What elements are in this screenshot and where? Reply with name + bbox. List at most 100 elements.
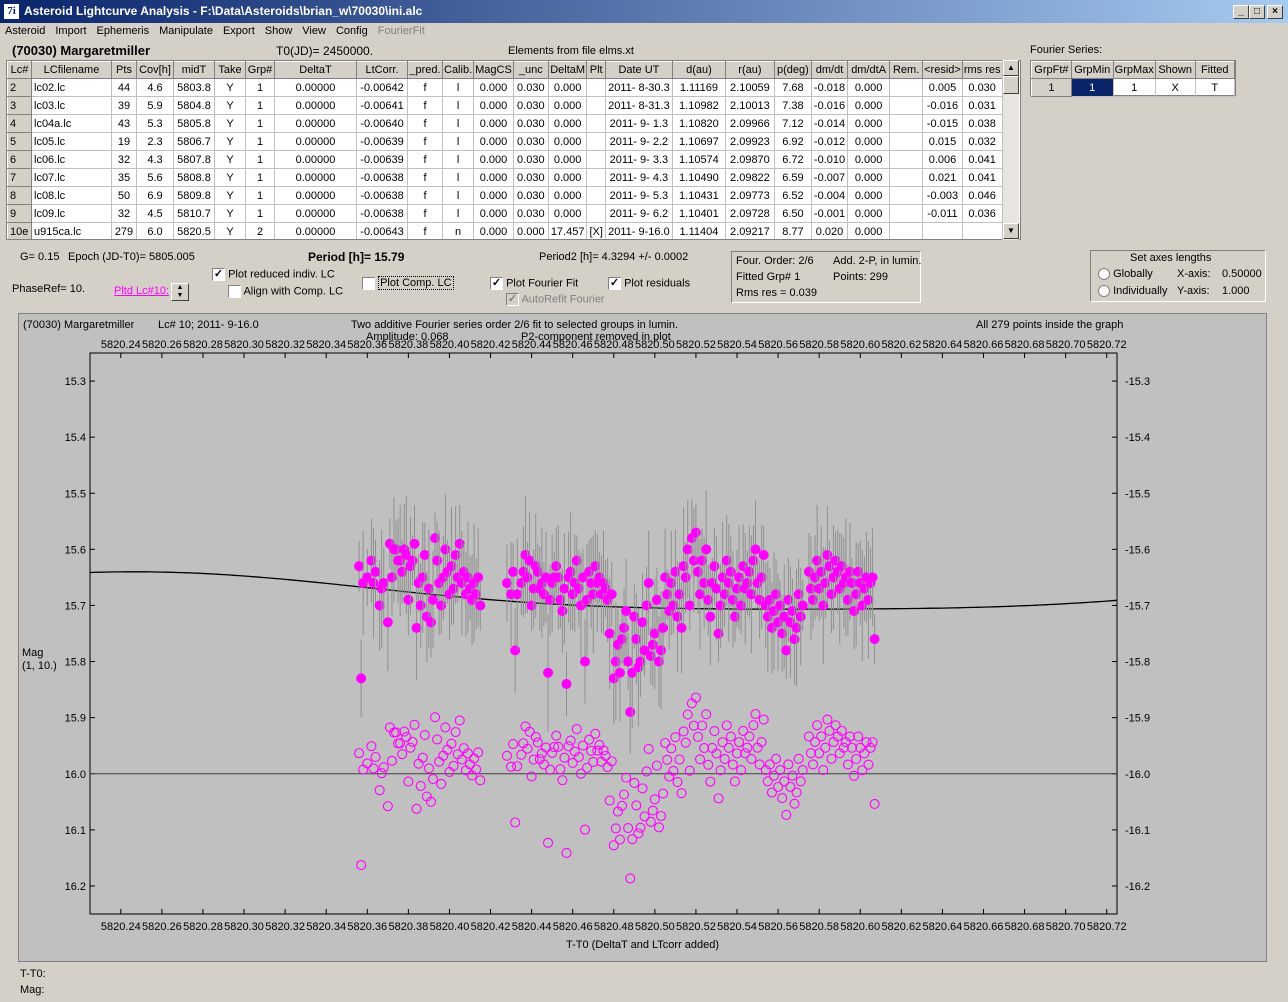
- table-cell[interactable]: 2011- 9- 1.3: [605, 114, 673, 133]
- table-cell[interactable]: lc06.lc: [31, 150, 112, 169]
- table-cell[interactable]: 5808.8: [173, 168, 215, 187]
- table-cell[interactable]: 2011- 9- 3.3: [605, 150, 673, 169]
- table-cell[interactable]: 0.00000: [274, 204, 357, 223]
- fourier-table-row[interactable]: 111XT: [1031, 78, 1236, 97]
- table-cell[interactable]: 1: [245, 204, 275, 223]
- table-row[interactable]: 7 lc07.lc 35 5.6 5808.8 Y 1 0.00000 -0.00638 f l 0.…: [7, 168, 1003, 187]
- table-row[interactable]: 2 lc02.lc 44 4.6 5803.8 Y 1 0.00000 -0.00642 f l 0.…: [7, 78, 1003, 97]
- table-cell[interactable]: 0.000: [513, 222, 549, 239]
- table-cell[interactable]: 0.000: [548, 132, 588, 151]
- table-cell[interactable]: -0.014: [811, 114, 849, 133]
- table-cell[interactable]: 0.000: [847, 204, 891, 223]
- table-cell[interactable]: 7.12: [774, 114, 812, 133]
- spin-down-icon[interactable]: ▼: [172, 292, 188, 300]
- table-cell[interactable]: lc03.lc: [31, 96, 112, 115]
- table-cell[interactable]: Y: [214, 96, 246, 115]
- table-cell[interactable]: 1.10982: [672, 96, 726, 115]
- table-cell[interactable]: [889, 78, 924, 97]
- table-cell[interactable]: 7.68: [774, 78, 812, 97]
- column-header[interactable]: LCfilename: [31, 61, 112, 79]
- align-comp-check-icon[interactable]: [228, 285, 241, 298]
- menu-manipulate[interactable]: Manipulate: [154, 23, 218, 37]
- table-cell[interactable]: 2.10059: [725, 78, 775, 97]
- table-cell[interactable]: -0.011: [922, 204, 963, 223]
- table-cell[interactable]: 2.10013: [725, 96, 775, 115]
- table-cell[interactable]: 2.09728: [725, 204, 775, 223]
- table-cell[interactable]: 6.72: [774, 150, 812, 169]
- table-row[interactable]: 10e u915ca.lc 279 6.0 5820.5 Y 2 0.00000 -0.0064…: [7, 222, 1003, 239]
- table-cell[interactable]: 1: [245, 114, 275, 133]
- table-cell[interactable]: 0.020: [811, 222, 849, 239]
- table-cell[interactable]: 32: [111, 204, 137, 223]
- table-cell[interactable]: 0.000: [548, 168, 588, 187]
- table-cell[interactable]: 1.11404: [672, 222, 726, 239]
- column-header[interactable]: rms res: [961, 61, 1003, 79]
- table-cell[interactable]: l: [442, 78, 475, 97]
- table-cell[interactable]: l: [442, 132, 475, 151]
- table-cell[interactable]: 5807.8: [173, 150, 215, 169]
- table-cell[interactable]: 7.38: [774, 96, 812, 115]
- table-cell[interactable]: -0.016: [922, 96, 963, 115]
- lc-updown-spinner[interactable]: ▲ ▼: [171, 283, 189, 301]
- table-cell[interactable]: 0.00000: [274, 114, 357, 133]
- minimize-button[interactable]: _: [1233, 5, 1249, 19]
- table-cell[interactable]: 2.09966: [725, 114, 775, 133]
- table-cell[interactable]: 9: [7, 204, 32, 223]
- table-cell[interactable]: 0.021: [922, 168, 963, 187]
- column-header[interactable]: DeltaM: [547, 61, 588, 79]
- menu-asteroid[interactable]: Asteroid: [0, 23, 50, 37]
- table-cell[interactable]: 0.030: [513, 132, 549, 151]
- table-cell[interactable]: 0.00000: [274, 186, 357, 205]
- table-cell[interactable]: [586, 204, 606, 223]
- table-cell[interactable]: [586, 114, 606, 133]
- table-cell[interactable]: -0.00640: [356, 114, 408, 133]
- table-cell[interactable]: 0.030: [513, 78, 549, 97]
- table-cell[interactable]: 0.038: [962, 114, 1003, 133]
- table-row[interactable]: 9 lc09.lc 32 4.5 5810.7 Y 1 0.00000 -0.00638 f l 0.…: [7, 204, 1003, 223]
- table-cell[interactable]: 0.00000: [274, 78, 357, 97]
- column-header[interactable]: Plt: [586, 61, 606, 79]
- table-cell[interactable]: f: [407, 222, 443, 239]
- table-cell[interactable]: 0.000: [473, 204, 514, 223]
- table-cell[interactable]: [889, 186, 924, 205]
- table-cell[interactable]: [586, 132, 606, 151]
- scroll-thumb[interactable]: [1003, 76, 1019, 94]
- menu-import[interactable]: Import: [50, 23, 91, 37]
- scroll-down-arrow-icon[interactable]: ▼: [1003, 223, 1019, 239]
- table-cell[interactable]: 50: [111, 186, 137, 205]
- table-cell[interactable]: 6: [7, 150, 32, 169]
- table-row[interactable]: 3 lc03.lc 39 5.9 5804.8 Y 1 0.00000 -0.00641 f l 0.…: [7, 96, 1003, 115]
- table-cell[interactable]: [586, 150, 606, 169]
- table-cell[interactable]: 43: [111, 114, 137, 133]
- table-cell[interactable]: 2011- 9- 2.2: [605, 132, 673, 151]
- table-cell[interactable]: f: [407, 204, 443, 223]
- table-cell[interactable]: [889, 132, 924, 151]
- table-scrollbar[interactable]: ▲ ▼: [1002, 60, 1019, 240]
- table-cell[interactable]: 0.041: [962, 168, 1003, 187]
- table-cell[interactable]: 5810.7: [173, 204, 215, 223]
- autorefit-checkbox[interactable]: ✓ AutoRefit Fourier: [506, 293, 605, 306]
- table-cell[interactable]: [889, 222, 924, 239]
- fourier-cell[interactable]: 1: [1031, 78, 1072, 97]
- table-cell[interactable]: 32: [111, 150, 137, 169]
- table-cell[interactable]: f: [407, 186, 443, 205]
- column-header[interactable]: midT: [173, 61, 215, 79]
- column-header[interactable]: p(deg): [773, 61, 812, 79]
- table-cell[interactable]: 1: [245, 186, 275, 205]
- table-cell[interactable]: 2.09822: [725, 168, 775, 187]
- lightcurve-table[interactable]: Lc# LCfilename Pts Cov[h] midT Take Grp# DeltaT…: [6, 60, 1021, 240]
- column-header[interactable]: r(au): [724, 61, 775, 79]
- individually-radio-icon[interactable]: [1098, 285, 1110, 298]
- table-cell[interactable]: 2011- 8-31.3: [605, 96, 673, 115]
- table-cell[interactable]: -0.00638: [356, 204, 408, 223]
- table-cell[interactable]: 0.000: [548, 150, 588, 169]
- table-cell[interactable]: 1.10820: [672, 114, 726, 133]
- table-cell[interactable]: Y: [214, 222, 246, 239]
- table-cell[interactable]: lc09.lc: [31, 204, 112, 223]
- table-cell[interactable]: -0.012: [811, 132, 849, 151]
- column-header[interactable]: _pred.: [407, 61, 443, 79]
- table-cell[interactable]: -0.015: [922, 114, 963, 133]
- table-cell[interactable]: 0.000: [473, 132, 514, 151]
- scroll-up-arrow-icon[interactable]: ▲: [1003, 60, 1019, 76]
- table-cell[interactable]: 0.000: [548, 78, 588, 97]
